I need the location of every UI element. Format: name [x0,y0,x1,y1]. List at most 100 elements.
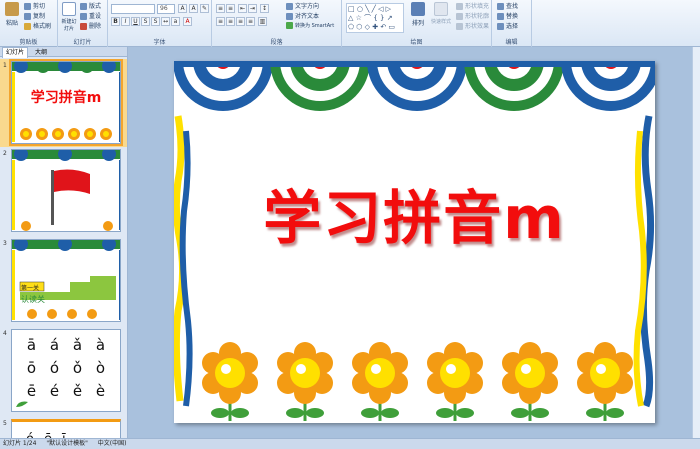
increase-indent-button[interactable]: ⇥ [248,4,257,13]
cut-button[interactable]: 剪切 [24,2,45,11]
shape-fill-button[interactable]: 形状填充 [456,2,489,11]
shrink-font-button[interactable]: A [189,4,198,13]
layout-button[interactable]: 版式 [80,2,101,11]
align-text-icon [286,13,293,20]
drawing-group-label: 绘图 [410,39,423,46]
thumbnail-row-5[interactable]: 5 óēī [0,417,127,438]
shapes-gallery[interactable]: □ ○ ╲ ╱ ◁ ▷ △ ☆ ⌒ { } ↗ ⬠ ⬡ ◇ ✚ ↶ ▭ [346,3,404,33]
status-bar: 幻灯片 1/24 "默认设计模板" 中文(中国) [0,438,700,449]
paragraph-group-label: 段落 [270,39,283,46]
vertical-scrollbar[interactable] [692,47,700,438]
shadow-button[interactable]: S [151,17,160,26]
thumbnail-row-4[interactable]: 4 āáǎà ōóǒò ēéěè [0,327,127,415]
reset-icon [80,13,87,20]
smartart-icon [286,22,293,29]
copy-button[interactable]: 复制 [24,12,45,21]
slide-position: 幻灯片 1/24 [3,440,37,447]
spacing-button[interactable]: ↔ [161,17,170,26]
find-button[interactable]: 查找 [497,2,518,11]
slides-panel: 幻灯片 大纲 1 学习拼音m 2 3 第一关 认读关 4 ā á ǎ à ō ó… [0,47,128,438]
clear-format-button[interactable]: ✎ [200,4,209,13]
bullets-button[interactable]: ≡ [216,4,225,13]
font-group: 96 A A ✎ B I U S S ↔ a A 字体 [108,0,212,47]
binoculars-icon [497,3,504,10]
align-center-button[interactable]: ≡ [226,17,235,26]
columns-button[interactable]: ▥ [258,17,267,26]
decrease-indent-button[interactable]: ⇤ [238,4,247,13]
paste-button[interactable]: 粘贴 [2,2,22,34]
slide-thumbnail-5[interactable]: óēī [11,419,121,438]
thumbnail-row-3[interactable]: 3 第一关 认读关 [0,237,127,325]
slide-number: 2 [3,150,7,157]
copy-icon [24,13,31,20]
thumbnail-row-2[interactable]: 2 [0,147,127,235]
thumb-3-label2: 认读关 [21,295,45,304]
slide-thumbnail-4[interactable]: āáǎà ōóǒò ēéěè [11,329,121,412]
panel-tabs: 幻灯片 大纲 [0,47,127,58]
strikethrough-button[interactable]: S [141,17,150,26]
paragraph-group: ≡ ≡ ⇤ ⇥ ↕ ≡ ≡ ≡ ≡ ▥ 文字方向 对齐文本 转换为 SmartA… [212,0,342,47]
font-group-label: 字体 [153,39,166,46]
quick-styles-icon [434,2,448,16]
numbering-button[interactable]: ≡ [226,4,235,13]
flower-row [202,342,633,421]
slide-number: 3 [3,240,7,247]
drawing-group: □ ○ ╲ ╱ ◁ ▷ △ ☆ ⌒ { } ↗ ⬠ ⬡ ◇ ✚ ↶ ▭ 排列 快速样… [342,0,492,47]
slide-thumbnail-3[interactable]: 第一关 认读关 [11,239,121,322]
slide-thumbnail-1[interactable]: 学习拼音m [9,59,123,146]
grow-font-button[interactable]: A [178,4,187,13]
new-slide-button[interactable]: 新建幻灯片 [60,2,78,34]
clipboard-group: 粘贴 剪切 复制 格式刷 剪贴板 [0,0,58,47]
delete-icon [80,23,87,30]
shape-outline-button[interactable]: 形状轮廓 [456,12,489,21]
quick-styles-button[interactable]: 快速样式 [430,2,452,34]
thumbnail-row-1[interactable]: 1 学习拼音m [0,59,127,147]
replace-icon [497,13,504,20]
replace-button[interactable]: 替换 [497,12,518,21]
effects-icon [456,23,463,30]
select-button[interactable]: 选择 [497,22,518,31]
font-size-combo[interactable]: 96 [157,4,175,14]
shape-effects-button[interactable]: 形状效果 [456,22,489,31]
font-color-button[interactable]: A [183,17,192,26]
slides-group-label: 幻灯片 [73,39,92,46]
theme-name: "默认设计模板" [46,440,88,447]
scissors-icon [24,3,31,10]
smartart-button[interactable]: 转换为 SmartArt [286,22,334,31]
text-direction-icon [286,3,293,10]
clipboard-group-label: 剪贴板 [19,39,38,46]
case-button[interactable]: a [171,17,180,26]
align-text-button[interactable]: 对齐文本 [286,12,319,21]
format-painter-button[interactable]: 格式刷 [24,22,51,31]
editing-group: 查找 替换 选择 编辑 [492,0,532,47]
slide-number: 1 [3,62,7,69]
italic-button[interactable]: I [121,17,130,26]
bunting-fans [174,61,655,111]
leaf-icon [16,401,28,407]
bold-button[interactable]: B [111,17,120,26]
slides-group: 新建幻灯片 版式 重设 删除 幻灯片 [58,0,108,47]
new-slide-icon [62,2,76,16]
text-direction-button[interactable]: 文字方向 [286,2,319,11]
thumb-4-pinyin-grid: āáǎà ōóǒò ēéěè [26,336,106,400]
font-name-combo[interactable] [111,4,155,14]
reset-button[interactable]: 重设 [80,12,101,21]
tab-outline[interactable]: 大纲 [32,48,50,58]
slide-title[interactable]: 学习拼音m [174,171,655,255]
tab-slides[interactable]: 幻灯片 [2,47,29,58]
delete-button[interactable]: 删除 [80,22,101,31]
slide-number: 4 [3,330,7,337]
thumb-3-art [12,240,120,320]
thumb-2-art [12,150,120,231]
cursor-icon [497,23,504,30]
align-left-button[interactable]: ≡ [216,17,225,26]
line-spacing-button[interactable]: ↕ [260,4,269,13]
ribbon: 粘贴 剪切 复制 格式刷 剪贴板 新建幻灯片 版式 重设 删除 幻灯片 96 A… [0,0,700,47]
align-right-button[interactable]: ≡ [236,17,245,26]
arrange-icon [411,2,425,16]
arrange-button[interactable]: 排列 [408,2,428,34]
justify-button[interactable]: ≡ [246,17,255,26]
underline-button[interactable]: U [131,17,140,26]
slide-canvas[interactable]: 学习拼音m [174,61,655,423]
slide-thumbnail-2[interactable] [11,149,121,232]
